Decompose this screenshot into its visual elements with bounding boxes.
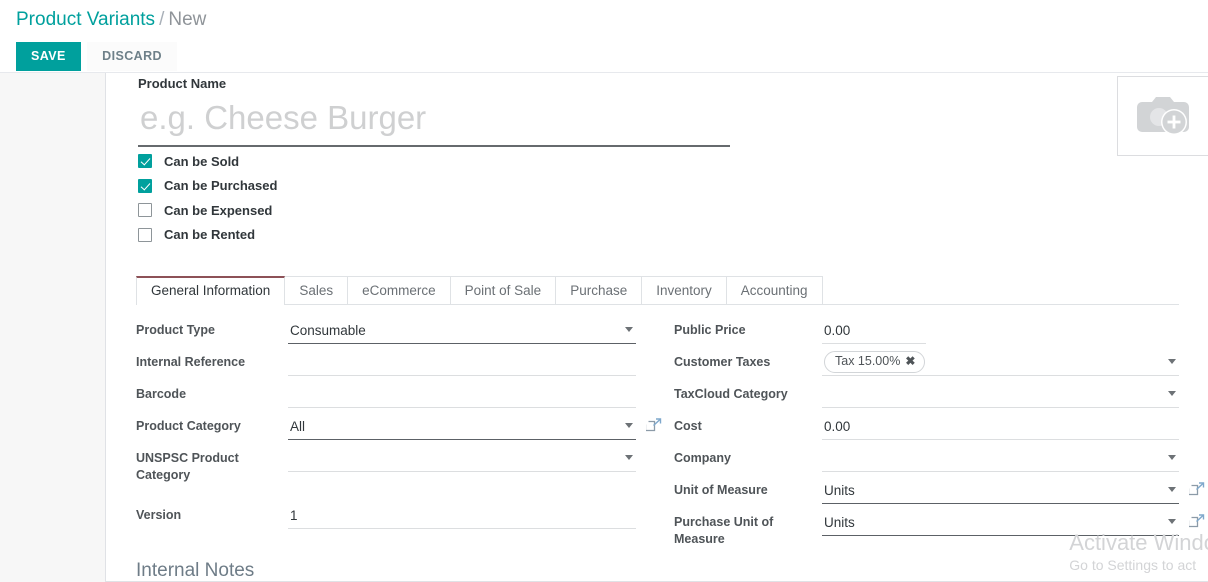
- field-internal-reference: Internal Reference: [136, 350, 636, 376]
- can-be-rented-label[interactable]: Can be Rented: [164, 227, 255, 242]
- version-label: Version: [136, 508, 182, 522]
- discard-button[interactable]: DISCARD: [87, 42, 177, 71]
- checkbox-row-can-be-expensed[interactable]: Can be Expensed: [138, 198, 277, 223]
- product-category-external-link-icon[interactable]: [644, 417, 662, 433]
- can-be-sold-label[interactable]: Can be Sold: [164, 154, 239, 169]
- checkbox-row-can-be-purchased[interactable]: Can be Purchased: [138, 174, 277, 199]
- product-category-control: [288, 414, 662, 440]
- save-button[interactable]: SAVE: [16, 42, 81, 71]
- version-input[interactable]: [288, 503, 636, 529]
- field-product-type: Product Type: [136, 318, 636, 344]
- tax-tag-remove-icon[interactable]: ✖: [905, 354, 915, 368]
- product-image-upload[interactable]: [1117, 76, 1208, 156]
- unit-of-measure-external-link-icon[interactable]: [1187, 481, 1205, 497]
- field-unit-of-measure: Unit of Measure: [674, 478, 1205, 504]
- public-price-label: Public Price: [674, 323, 746, 337]
- field-column-left: Product Type Internal Reference Barcode: [136, 318, 662, 535]
- company-input[interactable]: [822, 446, 1179, 472]
- notebook-tabs: General Information Sales eCommerce Poin…: [136, 276, 1179, 305]
- can-be-purchased-checkbox[interactable]: [138, 178, 152, 193]
- purchase-unit-of-measure-input[interactable]: [822, 510, 1179, 536]
- product-flags-group: Can be Sold Can be Purchased Can be Expe…: [138, 149, 277, 247]
- unit-of-measure-control: [822, 478, 1205, 504]
- public-price-input[interactable]: [822, 318, 926, 344]
- taxcloud-category-label: TaxCloud Category: [674, 387, 788, 401]
- internal-reference-input[interactable]: [288, 350, 636, 376]
- customer-taxes-label: Customer Taxes: [674, 355, 771, 369]
- taxcloud-category-input[interactable]: [822, 382, 1179, 408]
- can-be-expensed-label[interactable]: Can be Expensed: [164, 203, 272, 218]
- camera-add-icon: [1134, 90, 1192, 143]
- breadcrumb: Product Variants / New: [16, 7, 206, 33]
- company-control: [822, 446, 1179, 472]
- checkbox-row-can-be-sold[interactable]: Can be Sold: [138, 149, 277, 174]
- purchase-unit-of-measure-external-link-icon[interactable]: [1187, 513, 1205, 529]
- customer-taxes-control: Tax 15.00% ✖: [822, 350, 1179, 376]
- breadcrumb-current: New: [168, 9, 207, 30]
- can-be-expensed-checkbox[interactable]: [138, 203, 152, 218]
- checkbox-row-can-be-rented[interactable]: Can be Rented: [138, 223, 277, 248]
- barcode-control: [288, 382, 636, 408]
- barcode-label: Barcode: [136, 387, 187, 401]
- product-name-label: Product Name: [138, 76, 227, 91]
- cost-control: [822, 414, 1179, 440]
- field-public-price: Public Price: [674, 318, 1179, 344]
- cost-input[interactable]: [822, 414, 1179, 440]
- control-panel: Product Variants / New SAVE DISCARD: [0, 0, 1208, 73]
- tax-tag[interactable]: Tax 15.00% ✖: [824, 351, 926, 373]
- product-name-input[interactable]: [138, 97, 730, 147]
- can-be-sold-checkbox[interactable]: [138, 154, 152, 169]
- unspsc-product-category-input[interactable]: [288, 446, 636, 472]
- customer-taxes-tag-field[interactable]: Tax 15.00% ✖: [822, 350, 1179, 376]
- field-purchase-unit-of-measure: Purchase Unit of Measure: [674, 510, 1205, 548]
- product-type-input[interactable]: [288, 318, 636, 344]
- internal-reference-control: [288, 350, 636, 376]
- field-cost: Cost: [674, 414, 1179, 440]
- product-type-label: Product Type: [136, 323, 215, 337]
- can-be-purchased-label[interactable]: Can be Purchased: [164, 178, 277, 193]
- breadcrumb-separator: /: [159, 9, 165, 30]
- unit-of-measure-input[interactable]: [822, 478, 1179, 504]
- field-product-category: Product Category: [136, 414, 662, 440]
- tab-inventory[interactable]: Inventory: [641, 276, 727, 304]
- can-be-rented-checkbox[interactable]: [138, 227, 152, 242]
- public-price-control: [822, 318, 1179, 344]
- barcode-input[interactable]: [288, 382, 636, 408]
- field-company: Company: [674, 446, 1179, 472]
- field-column-right: Public Price Customer Taxes Tax 15.00% ✖: [674, 318, 1205, 554]
- tax-tag-label: Tax 15.00%: [835, 354, 901, 368]
- form-sheet: Product Name Can be Sold Can be Purchase…: [105, 73, 1208, 582]
- internal-reference-label: Internal Reference: [136, 355, 246, 369]
- product-type-control: [288, 318, 636, 344]
- tab-accounting[interactable]: Accounting: [725, 276, 823, 304]
- version-control: [288, 503, 636, 529]
- tab-point-of-sale[interactable]: Point of Sale: [449, 276, 557, 304]
- taxcloud-category-control: [822, 382, 1179, 408]
- field-taxcloud-category: TaxCloud Category: [674, 382, 1179, 408]
- tab-general-information[interactable]: General Information: [136, 276, 286, 305]
- unspsc-product-category-label: UNSPSC Product Category: [136, 451, 239, 482]
- unspsc-product-category-control: [288, 446, 636, 472]
- product-category-label: Product Category: [136, 419, 241, 433]
- internal-notes-heading: Internal Notes: [136, 560, 255, 581]
- unit-of-measure-label: Unit of Measure: [674, 483, 768, 497]
- field-version: Version: [136, 503, 636, 529]
- tab-ecommerce[interactable]: eCommerce: [347, 276, 451, 304]
- field-customer-taxes: Customer Taxes Tax 15.00% ✖: [674, 350, 1179, 376]
- purchase-unit-of-measure-label: Purchase Unit of Measure: [674, 515, 774, 546]
- field-unspsc-product-category: UNSPSC Product Category: [136, 446, 636, 484]
- cost-label: Cost: [674, 419, 702, 433]
- action-button-row: SAVE DISCARD: [16, 42, 177, 71]
- breadcrumb-parent-link[interactable]: Product Variants: [16, 9, 155, 30]
- purchase-unit-of-measure-control: [822, 510, 1205, 536]
- tab-purchase[interactable]: Purchase: [555, 276, 643, 304]
- product-category-input[interactable]: [288, 414, 636, 440]
- chevron-down-icon: [1168, 359, 1176, 364]
- tab-sales[interactable]: Sales: [284, 276, 349, 304]
- field-barcode: Barcode: [136, 382, 636, 408]
- company-label: Company: [674, 451, 731, 465]
